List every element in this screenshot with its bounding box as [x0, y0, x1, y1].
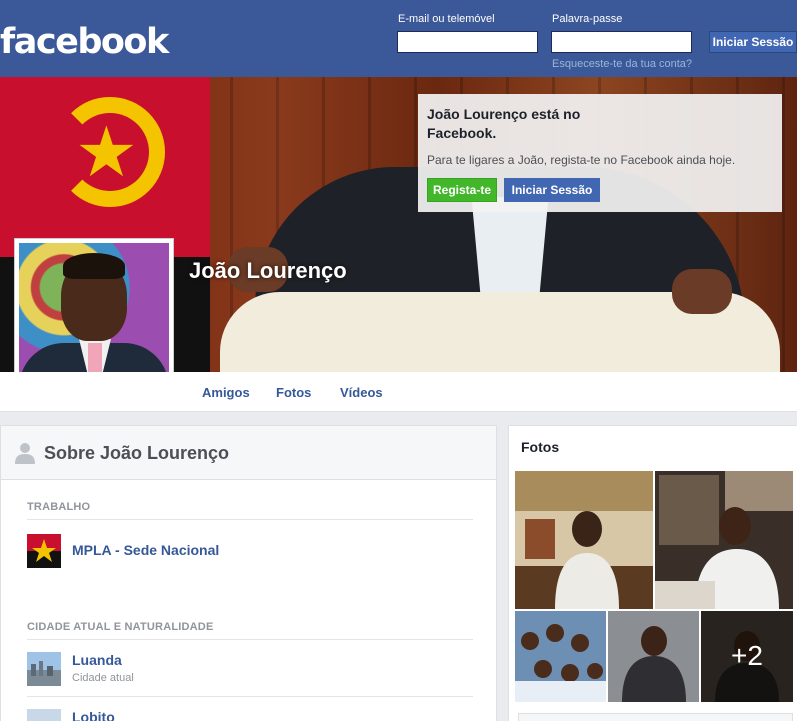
divider — [27, 696, 473, 697]
about-title: Sobre João Lourenço — [44, 443, 230, 463]
nav-friends[interactable]: Amigos — [202, 385, 250, 400]
cta-title: João Lourenço está no Facebook. — [427, 106, 581, 141]
photo-thumbnail[interactable] — [515, 611, 606, 702]
password-input[interactable] — [551, 31, 692, 53]
work-entry-link[interactable]: MPLA - Sede Nacional — [72, 542, 219, 558]
profile-nav-bar: Amigos Fotos Vídeos — [0, 372, 797, 412]
city-entry-lobito[interactable]: Lobito — [72, 709, 115, 721]
email-label: E-mail ou telemóvel — [398, 13, 495, 25]
facebook-logo[interactable]: facebook — [0, 20, 169, 64]
cover-person-hand-right — [672, 269, 732, 314]
city-entry-luanda[interactable]: Luanda — [72, 652, 122, 668]
email-input[interactable] — [397, 31, 538, 53]
luanda-thumbnail[interactable] — [27, 652, 61, 686]
photos-panel: Fotos +2 — [508, 425, 797, 721]
city-section-label: CIDADE ATUAL E NATURALIDADE — [27, 621, 214, 633]
photos-title[interactable]: Fotos — [521, 439, 559, 455]
photos-footer — [518, 713, 793, 721]
signup-cta-box: João Lourenço está no Facebook. Para te … — [418, 94, 782, 212]
photo-thumbnail[interactable]: +2 — [701, 611, 793, 702]
photo-thumbnail[interactable] — [515, 471, 653, 609]
forgot-account-link[interactable]: Esqueceste-te da tua conta? — [552, 58, 692, 70]
lobito-thumbnail[interactable] — [27, 709, 61, 721]
cta-text: Para te ligares a João, regista-te no Fa… — [427, 153, 736, 167]
photo-thumbnail[interactable] — [608, 611, 699, 702]
signup-button[interactable]: Regista-te — [427, 178, 497, 202]
nav-photos[interactable]: Fotos — [276, 385, 311, 400]
profile-name[interactable]: João Lourenço — [189, 258, 347, 284]
top-bar: facebook E-mail ou telemóvel Palavra-pas… — [0, 0, 797, 77]
login-button[interactable]: Iniciar Sessão — [709, 31, 797, 53]
mpla-logo-icon[interactable] — [27, 534, 61, 568]
profile-photo-image — [19, 243, 169, 391]
more-photos-count[interactable]: +2 — [701, 611, 793, 702]
about-panel: Sobre João Lourenço TRABALHO MPLA - Sede… — [0, 425, 497, 721]
work-section-label: TRABALHO — [27, 501, 91, 513]
photo-thumbnail[interactable] — [655, 471, 793, 609]
profile-photo-hair — [63, 253, 125, 279]
about-header: Sobre João Lourenço — [1, 426, 496, 480]
person-icon — [15, 443, 35, 464]
divider — [27, 639, 473, 640]
city-entry-luanda-sub: Cidade atual — [72, 672, 134, 684]
cta-login-button[interactable]: Iniciar Sessão — [504, 178, 600, 202]
nav-videos[interactable]: Vídeos — [340, 385, 383, 400]
divider — [27, 519, 473, 520]
flag-star-icon: ★ — [75, 113, 138, 191]
password-label: Palavra-passe — [552, 13, 623, 25]
